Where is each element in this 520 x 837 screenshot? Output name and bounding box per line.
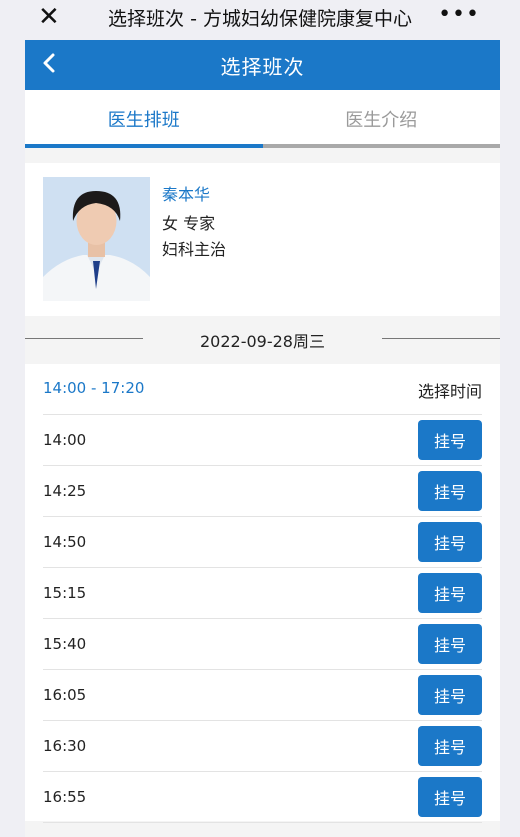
tab-divider	[263, 144, 500, 148]
slot-time: 14:50	[43, 533, 87, 551]
schedule-list: 14:00 - 17:20 选择时间 14:00 挂号 14:25 挂号 14:…	[25, 364, 500, 823]
select-time-hint: 选择时间	[417, 382, 482, 401]
date-divider: 2022-09-28周三	[25, 316, 500, 364]
register-button[interactable]: 挂号	[418, 624, 482, 664]
time-range: 14:00 - 17:20	[43, 379, 145, 397]
time-slot-row: 15:40 挂号	[43, 619, 482, 670]
navbar: 选择班次	[25, 40, 500, 90]
time-slot-row: 14:50 挂号	[43, 517, 482, 568]
doctor-photo	[43, 177, 150, 301]
doctor-card: 秦本华 女 专家 妇科主治	[25, 163, 500, 316]
slot-time: 15:40	[43, 635, 87, 653]
chevron-left-icon[interactable]	[39, 52, 61, 74]
time-slot-row: 16:30 挂号	[43, 721, 482, 772]
active-tab-indicator	[25, 144, 263, 148]
time-slot-row: 16:05 挂号	[43, 670, 482, 721]
slot-time: 14:25	[43, 482, 87, 500]
more-icon[interactable]: •••	[438, 0, 480, 30]
time-slot-row: 14:25 挂号	[43, 466, 482, 517]
time-slot-row: 15:15 挂号	[43, 568, 482, 619]
doctor-department: 妇科主治	[162, 240, 227, 259]
time-slot-row: 16:55 挂号	[43, 772, 482, 823]
page-title: 选择班次	[220, 54, 305, 79]
register-button[interactable]: 挂号	[418, 522, 482, 562]
time-slot-row: 14:00 挂号	[43, 415, 482, 466]
register-button[interactable]: 挂号	[418, 726, 482, 766]
register-button[interactable]: 挂号	[418, 675, 482, 715]
doctor-name: 秦本华	[162, 185, 211, 204]
register-button[interactable]: 挂号	[418, 471, 482, 511]
divider-line-right	[382, 338, 500, 339]
slot-time: 14:00	[43, 431, 87, 449]
register-button[interactable]: 挂号	[418, 573, 482, 613]
slot-time: 16:30	[43, 737, 87, 755]
schedule-header: 14:00 - 17:20 选择时间	[43, 364, 482, 415]
tab-bar: 医生排班 医生介绍	[25, 90, 500, 148]
register-button[interactable]: 挂号	[418, 420, 482, 460]
slot-time: 16:55	[43, 788, 87, 806]
register-button[interactable]: 挂号	[418, 777, 482, 817]
tab-introduction[interactable]: 医生介绍	[263, 90, 501, 148]
tab-schedule[interactable]: 医生排班	[25, 90, 263, 148]
schedule-date: 2022-09-28周三	[200, 332, 325, 351]
page: 选择班次 医生排班 医生介绍 秦本华 女 专家 妇科主治 2022-09-28周…	[25, 40, 500, 837]
slot-time: 15:15	[43, 584, 87, 602]
window-titlebar: ✕ 选择班次 - 方城妇幼保健院康复中心 •••	[0, 0, 520, 36]
doctor-gender-title: 女 专家	[162, 214, 216, 233]
slot-time: 16:05	[43, 686, 87, 704]
